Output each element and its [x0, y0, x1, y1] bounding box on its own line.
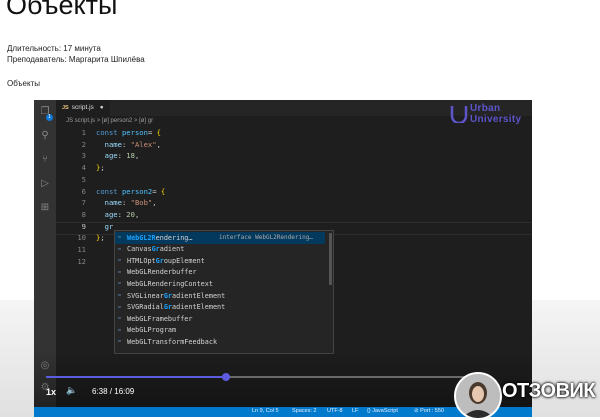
status-item[interactable]: UTF-8 [327, 408, 343, 414]
code-line[interactable]: }; [96, 163, 105, 172]
interface-icon: ▭ [118, 281, 121, 287]
status-item[interactable]: LF [352, 408, 358, 414]
logo-mark-icon [450, 106, 468, 123]
video-player[interactable]: ❐ 1 ⚲ ⑂ ▷ ⊞ ◎ ⚙ JSscript.js● JS script.j… [34, 100, 532, 417]
line-number: 7 [81, 198, 86, 208]
interface-icon: ▭ [118, 339, 121, 345]
tab-label: script.js [71, 104, 94, 111]
status-item[interactable]: {} JavaScript [367, 408, 398, 414]
suggestion-item[interactable]: ▭ WebGLFramebuffer [115, 313, 325, 325]
logo-line-1: Urban [470, 103, 501, 114]
line-number: 3 [81, 151, 86, 161]
code-line[interactable]: }; [96, 233, 105, 242]
suggestion-label: WebGL2Rendering… [127, 233, 193, 242]
logo-text: Urban University [470, 103, 521, 125]
breadcrumb: JS script.js > [ø] person2 > [ø] gr [66, 118, 153, 124]
code-line[interactable]: age: 18, [96, 151, 140, 160]
interface-icon: ▭ [118, 327, 121, 333]
suggestion-item[interactable]: ▭ WebGLTransformFeedback [115, 336, 325, 348]
suggestion-label: SVGRadialGradientElement [127, 303, 226, 312]
status-item[interactable]: Spaces: 2 [292, 408, 316, 414]
duration-text: Длительность: 17 минута [7, 44, 101, 53]
otzovik-watermark: ОТЗОВИК [454, 372, 600, 420]
interface-icon: ▭ [118, 304, 121, 310]
interface-icon: ▭ [118, 293, 121, 298]
interface-icon: ▭ [118, 258, 121, 264]
interface-icon: ▭ [118, 316, 121, 322]
line-number: 10 [77, 233, 86, 243]
line-number: 12 [77, 256, 86, 266]
notification-badge: 1 [46, 114, 53, 121]
presenter-avatar [454, 372, 502, 420]
suggestion-label: WebGLRenderingContext [127, 279, 213, 288]
lesson-meta: Длительность: 17 минута Преподаватель: М… [7, 43, 145, 65]
line-number: 5 [81, 174, 86, 184]
suggestion-item[interactable]: ▭ CanvasGradient [115, 244, 325, 256]
suggestion-label: WebGLTransformFeedback [127, 337, 218, 346]
urban-university-logo: Urban University [450, 103, 528, 127]
suggestion-item[interactable]: ▭ WebGLRenderbuffer [115, 267, 325, 279]
line-number: 6 [81, 186, 86, 196]
code-line[interactable]: name: "Alex", [96, 140, 161, 149]
suggestion-label: WebGLProgram [127, 326, 177, 335]
autocomplete-widget[interactable]: ▭ WebGL2Rendering… interface WebGL2Renderi… [114, 230, 334, 354]
presenter-silhouette-icon [456, 374, 500, 418]
suggestion-label: HTMLOptGroupElement [127, 256, 205, 265]
suggestion-item[interactable]: ▭ HTMLOptGroupElement [115, 255, 325, 267]
search-icon[interactable]: ⚲ [39, 130, 51, 142]
suggestion-detail: interface WebGL2Rendering… [219, 234, 313, 241]
line-number: 9 [81, 221, 86, 231]
breadcrumb-separator: > [133, 118, 138, 124]
section-label: Объекты [7, 79, 40, 88]
code-line[interactable]: const person= { [96, 128, 161, 137]
code-line[interactable]: gr [96, 222, 114, 231]
suggest-scrollbar[interactable] [329, 233, 332, 285]
status-item[interactable]: Ln 9, Col 5 [252, 408, 279, 414]
line-number: 4 [81, 163, 86, 173]
progress-fill [46, 376, 227, 378]
progress-bar[interactable] [46, 373, 484, 381]
suggestion-label: CanvasGradient [127, 245, 185, 254]
page-title: Объекты [6, 0, 118, 20]
breadcrumb-property[interactable]: [ø] gr [139, 118, 153, 124]
watermark-text: ОТЗОВИК [502, 380, 596, 402]
code-line[interactable]: age: 20, [96, 210, 140, 219]
progress-thumb[interactable] [222, 373, 231, 381]
suggestion-label: WebGLRenderbuffer [127, 268, 197, 277]
extensions-icon[interactable]: ⊞ [39, 202, 51, 214]
unsaved-dot-icon[interactable]: ● [100, 104, 104, 111]
source-control-icon[interactable]: ⑂ [39, 154, 51, 166]
suggestion-label: WebGLFramebuffer [127, 314, 193, 323]
breadcrumb-file[interactable]: JS script.js [66, 118, 95, 124]
line-number: 2 [81, 139, 86, 149]
suggestion-item[interactable]: ▭ WebGL2Rendering… interface WebGL2Renderi… [115, 232, 325, 244]
background-left [0, 300, 34, 417]
suggestion-item[interactable]: ▭ SVGRadialGradientElement [115, 302, 325, 314]
time-display: 6:38 / 16:09 [92, 387, 135, 396]
breadcrumb-separator: > [96, 118, 101, 124]
suggestion-label: SVGLinearGradientElement [127, 291, 226, 300]
line-number: 11 [77, 245, 86, 254]
suggestion-item[interactable]: ▭ SVGLinearGradientElement [115, 290, 325, 302]
tab-script-js[interactable]: JS script.js ● [56, 100, 110, 116]
js-file-icon: JS [62, 105, 69, 111]
interface-icon: ▭ [118, 269, 121, 275]
status-item[interactable]: ⊘ Port : 550 [414, 408, 444, 414]
logo-line-2: University [470, 114, 522, 125]
teacher-text: Преподаватель: Маргарита Шпилёва [7, 55, 145, 64]
line-number: 8 [81, 209, 86, 219]
interface-icon: ▭ [118, 235, 121, 240]
interface-icon: ▭ [118, 246, 121, 252]
volume-icon[interactable]: 🔈 [66, 385, 77, 396]
breadcrumb-object[interactable]: [ø] person2 [102, 118, 132, 124]
run-debug-icon[interactable]: ▷ [39, 178, 51, 190]
suggestion-item[interactable]: ▭ WebGLProgram [115, 325, 325, 337]
line-number: 1 [81, 128, 86, 137]
code-line[interactable]: const person2= { [96, 187, 165, 196]
suggestion-item[interactable]: ▭ WebGLRenderingContext [115, 278, 325, 290]
code-line[interactable]: name: "Bob", [96, 198, 157, 207]
speed-button[interactable]: 1x [46, 387, 56, 397]
